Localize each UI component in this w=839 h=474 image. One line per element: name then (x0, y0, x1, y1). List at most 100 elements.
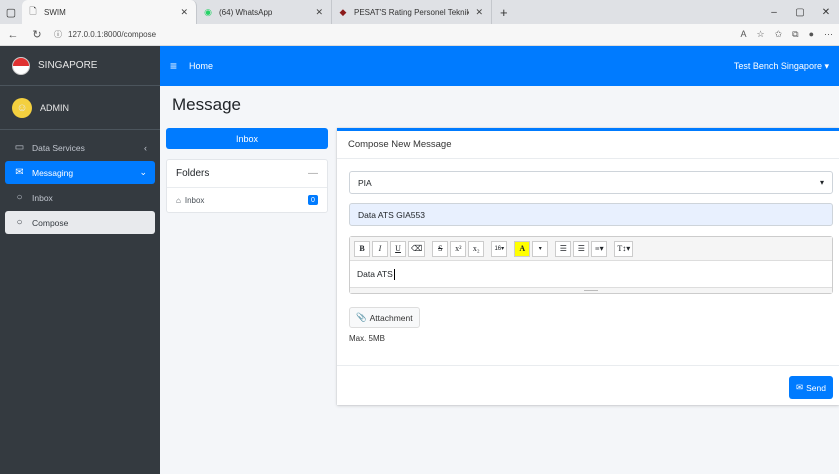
folder-inbox[interactable]: ⌂ Inbox 0 (167, 188, 327, 212)
window-controls: – ▢ ✕ (761, 0, 839, 24)
folders-card: Folders — ⌂ Inbox 0 (166, 159, 328, 213)
envelope-open-icon: ✉ (15, 167, 24, 178)
chevron-left-icon: ‹ (144, 142, 147, 153)
singapore-logo-icon (12, 56, 30, 75)
collections-icon[interactable]: ⧉ (792, 29, 798, 40)
message-body-text: Data ATS (357, 269, 393, 279)
sidebar-item-label: Data Services (32, 142, 85, 153)
brand[interactable]: SINGAPORE (0, 46, 160, 86)
align-icon: ≡ (595, 244, 600, 253)
url-field[interactable]: ⓘ 127.0.0.1:8000/compose (54, 29, 730, 40)
tab-label: (64) WhatsApp (219, 7, 273, 17)
folders-title: Folders (176, 168, 210, 179)
unread-badge: 0 (308, 195, 318, 205)
recipient-select[interactable]: PIA ▾ (349, 171, 833, 194)
font-size-value: 16 (494, 245, 502, 252)
attachment-button[interactable]: 📎 Attachment (349, 307, 420, 328)
line-height-button[interactable]: T↕ ▾ (614, 240, 634, 257)
sidebar-item-compose[interactable]: ○ Compose (5, 211, 155, 234)
bold-button[interactable]: B (354, 240, 370, 257)
circle-icon: ○ (16, 192, 23, 203)
close-icon[interactable]: ✕ (475, 7, 483, 18)
restore-icon[interactable]: ▢ (787, 0, 813, 24)
sidebar-item-messaging[interactable]: ✉ Messaging ⌄ (5, 161, 155, 184)
text-cursor (393, 268, 395, 280)
strikethrough-button[interactable]: S (432, 240, 449, 257)
user-panel[interactable]: ☺ ADMIN (0, 86, 160, 130)
inbox-tray-icon: ⌂ (176, 195, 181, 205)
whatsapp-icon: ◉ (204, 6, 212, 17)
avatar: ☺ (12, 97, 32, 118)
sidebar-item-data-services[interactable]: ▭ Data Services ‹ (5, 136, 155, 159)
text-color-button[interactable]: A (514, 240, 531, 257)
profile-icon[interactable]: ● (809, 29, 814, 40)
close-icon[interactable]: ✕ (315, 7, 323, 18)
minimize-icon[interactable]: – (761, 0, 787, 24)
read-aloud-icon[interactable]: A (740, 29, 746, 40)
url-text: 127.0.0.1:8000/compose (68, 30, 157, 39)
main-content: Message Inbox Folders — ⌂ Inbox 0 Compos… (160, 86, 839, 474)
refresh-icon[interactable]: ↻ (30, 28, 44, 41)
tab-whatsapp[interactable]: ◉ (64) WhatsApp ✕ (197, 0, 332, 24)
unordered-list-button[interactable]: ☰ (555, 240, 572, 257)
attachment-label: Attachment (369, 312, 413, 323)
underline-button[interactable]: U (390, 240, 406, 257)
back-icon[interactable]: ← (6, 29, 20, 41)
superscript-button[interactable]: x² (450, 240, 467, 257)
pesat-icon: ◆ (339, 6, 347, 17)
tab-label: SWIM (44, 7, 66, 17)
italic-button[interactable]: I (372, 240, 388, 257)
account-name: Test Bench Singapore (733, 60, 822, 71)
browser-actions: A ☆ ✩ ⧉ ● ⋯ (740, 29, 833, 40)
tab-actions-icon[interactable]: ▢ (0, 0, 22, 24)
max-size-note: Max. 5MB (349, 334, 386, 343)
font-size-button[interactable]: 16 ▾ (491, 240, 508, 257)
editor-body[interactable]: Data ATS (350, 261, 832, 287)
sidebar-item-label: Messaging (32, 167, 74, 178)
compose-card: Compose New Message PIA ▾ Data ATS GIA55… (337, 128, 839, 405)
home-link[interactable]: Home (189, 61, 213, 71)
line-height-icon: T↕ (617, 244, 627, 253)
recipient-value: PIA (358, 177, 372, 188)
compose-footer: ✉ Send (337, 365, 839, 405)
favorites-list-icon[interactable]: ✩ (775, 29, 783, 40)
ordered-list-button[interactable]: ☰ (573, 240, 590, 257)
envelope-icon: ✉ (796, 382, 804, 392)
message-editor: B I U ⌫ S x² x₂ 16 ▾ A ▾ ☰ ☰ ≡ ▾ T↕ ▾ Da… (349, 236, 833, 294)
brand-text: SINGAPORE (38, 60, 98, 71)
info-icon: ⓘ (54, 30, 62, 39)
color-dropdown-icon[interactable]: ▾ (532, 240, 549, 257)
editor-resize-handle[interactable] (350, 287, 832, 293)
send-label: Send (806, 382, 826, 393)
close-window-icon[interactable]: ✕ (813, 0, 839, 24)
tab-pesat[interactable]: ◆ PESAT'S Rating Personel Teknik T ✕ (332, 0, 492, 24)
editor-toolbar: B I U ⌫ S x² x₂ 16 ▾ A ▾ ☰ ☰ ≡ ▾ T↕ ▾ (350, 237, 832, 261)
circle-icon: ○ (16, 217, 23, 228)
sidebar-item-label: Inbox (32, 192, 53, 203)
folder-label: Inbox (184, 195, 205, 205)
sidebar-item-inbox[interactable]: ○ Inbox (5, 186, 155, 209)
user-name: ADMIN (40, 102, 69, 113)
folders-header: Folders — (167, 160, 327, 188)
compose-title: Compose New Message (337, 131, 839, 159)
chevron-down-icon: ⌄ (139, 167, 147, 177)
eraser-button[interactable]: ⌫ (408, 240, 426, 257)
new-tab-button[interactable]: + (492, 0, 516, 24)
sidebar: SINGAPORE ☺ ADMIN ▭ Data Services ‹ ✉ Me… (0, 46, 160, 474)
address-bar: ← ↻ ⓘ 127.0.0.1:8000/compose A ☆ ✩ ⧉ ● ⋯ (0, 24, 839, 46)
inbox-button[interactable]: Inbox (166, 128, 328, 149)
page-title: Message (172, 95, 241, 114)
tab-label: PESAT'S Rating Personel Teknik T (354, 7, 470, 17)
more-icon[interactable]: ⋯ (824, 29, 833, 40)
tab-swim[interactable]: 🗋 SWIM ✕ (22, 0, 197, 24)
subject-input[interactable]: Data ATS GIA553 (349, 203, 833, 226)
hamburger-icon[interactable]: ≡ (170, 59, 177, 73)
subscript-button[interactable]: x₂ (468, 240, 485, 257)
collapse-icon[interactable]: — (308, 168, 318, 179)
paragraph-align-button[interactable]: ≡ ▾ (591, 240, 608, 257)
account-dropdown[interactable]: Test Bench Singapore ▾ (734, 61, 829, 72)
favorite-icon[interactable]: ☆ (757, 29, 765, 40)
caret-down-icon: ▾ (824, 60, 829, 71)
send-button[interactable]: ✉ Send (789, 376, 833, 399)
close-icon[interactable]: ✕ (180, 7, 188, 18)
